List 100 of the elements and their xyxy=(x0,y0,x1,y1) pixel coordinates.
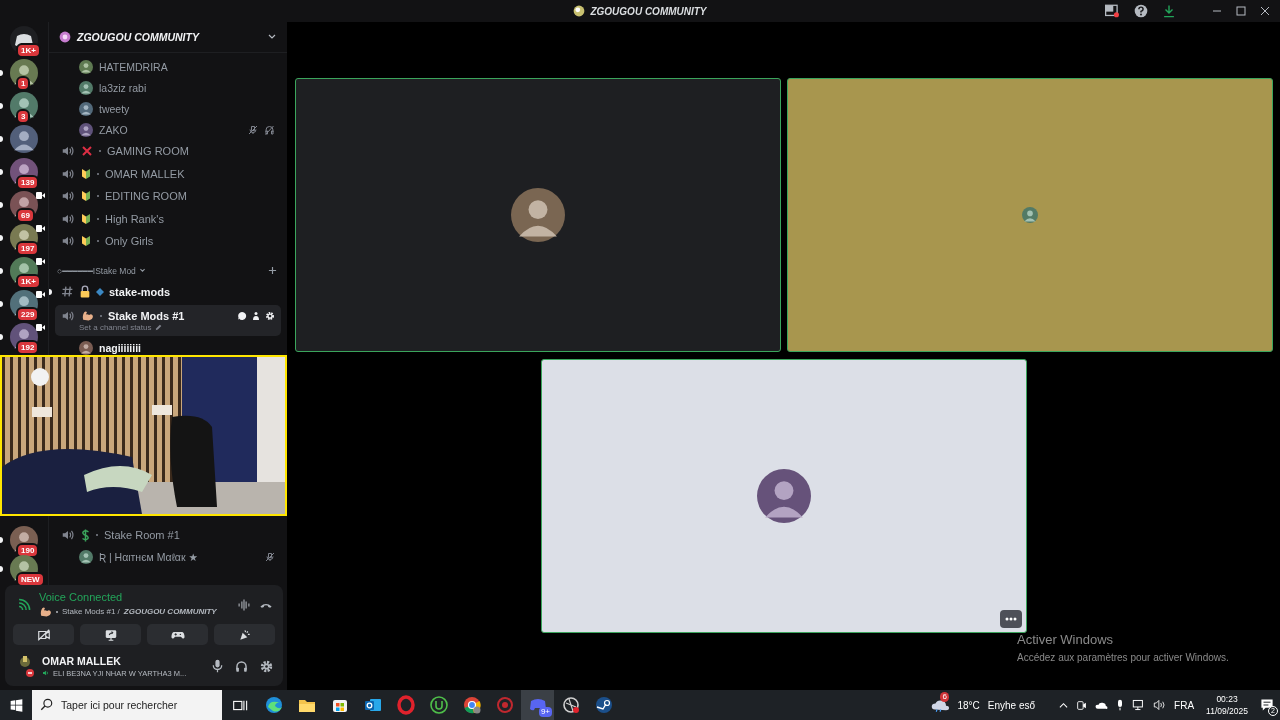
download-icon[interactable] xyxy=(1162,4,1176,18)
control-button[interactable] xyxy=(13,624,74,645)
activation-title: Activer Windows xyxy=(1017,632,1115,647)
signal-icon xyxy=(17,597,31,612)
cloud-icon[interactable] xyxy=(1095,700,1109,710)
avatar xyxy=(79,101,93,116)
badge: 192 xyxy=(16,340,40,355)
control-button[interactable] xyxy=(147,624,208,645)
window-title: ZGOUGOU COMMUNITY xyxy=(590,5,707,17)
channel-name[interactable]: stake-mods xyxy=(109,285,171,298)
avatar xyxy=(756,469,811,523)
member-name[interactable]: Ʀ | Hαιтнєм Mαℓαк ★ xyxy=(99,551,259,563)
weather-icon xyxy=(931,698,950,712)
badge: 3 xyxy=(16,109,31,124)
help-icon[interactable] xyxy=(1134,4,1148,18)
badge: 1K+ xyxy=(16,43,41,58)
avatar xyxy=(79,122,93,137)
category-name[interactable]: ○━━━━━━IStake Mod xyxy=(57,265,136,276)
activity-icon[interactable] xyxy=(251,310,261,321)
chevron-up-icon[interactable] xyxy=(1059,700,1069,710)
badge: 9+ xyxy=(538,707,552,717)
lock-icon xyxy=(79,285,91,298)
member-name[interactable]: la3ziz rabi xyxy=(99,81,275,94)
voice-channel[interactable]: Only Girls xyxy=(55,230,281,253)
avatar[interactable] xyxy=(19,654,35,678)
avatar xyxy=(79,59,93,74)
inbox-icon[interactable] xyxy=(1104,4,1120,18)
badge: 69 xyxy=(16,208,35,223)
channel-name: High Rank's xyxy=(105,212,164,225)
server-name[interactable]: ZGOUGOU COMMUNITY xyxy=(123,607,217,616)
server-icon xyxy=(59,31,71,43)
volume-icon[interactable] xyxy=(1153,699,1167,711)
microphone-icon[interactable] xyxy=(1116,699,1125,711)
pencil-icon xyxy=(154,323,162,331)
channel-name: Only Girls xyxy=(105,235,154,248)
maximize-icon[interactable] xyxy=(1236,6,1246,16)
channel-name: EDITING ROOM xyxy=(105,190,187,203)
hash-icon xyxy=(61,285,74,298)
browser-icon xyxy=(263,695,284,715)
avatar xyxy=(1021,207,1038,223)
channel-name[interactable]: Stake Mods #1 / xyxy=(62,607,120,616)
channel-name: Stake Room #1 xyxy=(104,529,180,542)
close-icon[interactable] xyxy=(1260,6,1270,16)
badge: 139 xyxy=(16,175,40,190)
control-button[interactable] xyxy=(80,624,141,645)
camera-off-icon xyxy=(36,627,51,642)
ring-icon xyxy=(395,695,416,715)
taskbar-app[interactable]: 9+ xyxy=(521,690,554,720)
badge: 6 xyxy=(940,692,949,702)
voice-channel[interactable]: Stake Mods #1 Set a channel status xyxy=(55,304,281,336)
plus-icon[interactable] xyxy=(268,266,277,275)
leaf-icon xyxy=(81,167,91,180)
language-indicator[interactable]: FRA xyxy=(1174,699,1195,711)
activation-text: Accédez aux paramètres pour activer Windows. xyxy=(1017,652,1229,663)
soundboard-icon xyxy=(237,627,252,642)
windows-icon xyxy=(9,698,23,712)
connection-status: Voice Connected xyxy=(39,591,124,603)
screen-share-icon xyxy=(103,627,118,642)
task-view-icon xyxy=(233,698,248,712)
member-name[interactable]: ZAKO xyxy=(99,123,242,136)
more-icon xyxy=(1004,617,1017,621)
member-name[interactable]: HATEMDRIRA xyxy=(99,60,275,73)
headphones-icon[interactable] xyxy=(235,659,248,673)
microphone-icon[interactable] xyxy=(212,659,223,673)
weather-text: Enyhe eső xyxy=(987,699,1036,711)
leaf-icon xyxy=(81,235,91,248)
settings-icon[interactable] xyxy=(260,659,273,673)
dollar-icon xyxy=(81,528,90,542)
search-field[interactable]: Taper ici pour rechercher xyxy=(32,690,222,720)
meet-icon[interactable] xyxy=(1076,699,1088,711)
temperature: 18°C xyxy=(957,699,980,711)
server-name[interactable]: ZGOUGOU COMMUNITY xyxy=(77,31,199,43)
voice-channel[interactable]: OMAR MALLEK xyxy=(55,162,281,185)
voice-channel[interactable]: GAMING ROOM xyxy=(55,140,281,163)
avatar xyxy=(79,80,93,95)
badge: 1K+ xyxy=(16,274,41,289)
avatar xyxy=(510,188,565,242)
user-name: OMAR MALLEK xyxy=(42,654,122,667)
arm-icon xyxy=(81,309,94,322)
orb-icon xyxy=(560,695,581,715)
channel-status[interactable]: Set a channel status xyxy=(79,322,152,332)
avatar xyxy=(79,550,93,564)
voice-channel[interactable]: Stake Room #1 xyxy=(55,524,281,547)
network-icon[interactable] xyxy=(1132,699,1146,711)
badge: 229 xyxy=(16,307,40,322)
member-name[interactable]: tweety xyxy=(99,102,275,115)
channel-name: Stake Mods #1 xyxy=(108,309,185,322)
leaf-icon xyxy=(81,190,91,203)
diamond-icon xyxy=(96,287,104,296)
more-button[interactable] xyxy=(999,610,1022,628)
voice-channel[interactable]: High Rank's xyxy=(55,207,281,230)
clock[interactable]: 00:23 11/09/2025 xyxy=(1206,694,1248,716)
waveform-icon[interactable] xyxy=(237,597,251,612)
steam-icon xyxy=(593,695,614,715)
voice-channel[interactable]: EDITING ROOM xyxy=(55,185,281,208)
browser-icon xyxy=(461,695,482,715)
cross-icon xyxy=(81,145,93,158)
channel-name: OMAR MALLEK xyxy=(105,167,185,180)
member-name[interactable]: nagiiiiiiii xyxy=(99,342,275,354)
chat-icon[interactable] xyxy=(237,310,247,321)
